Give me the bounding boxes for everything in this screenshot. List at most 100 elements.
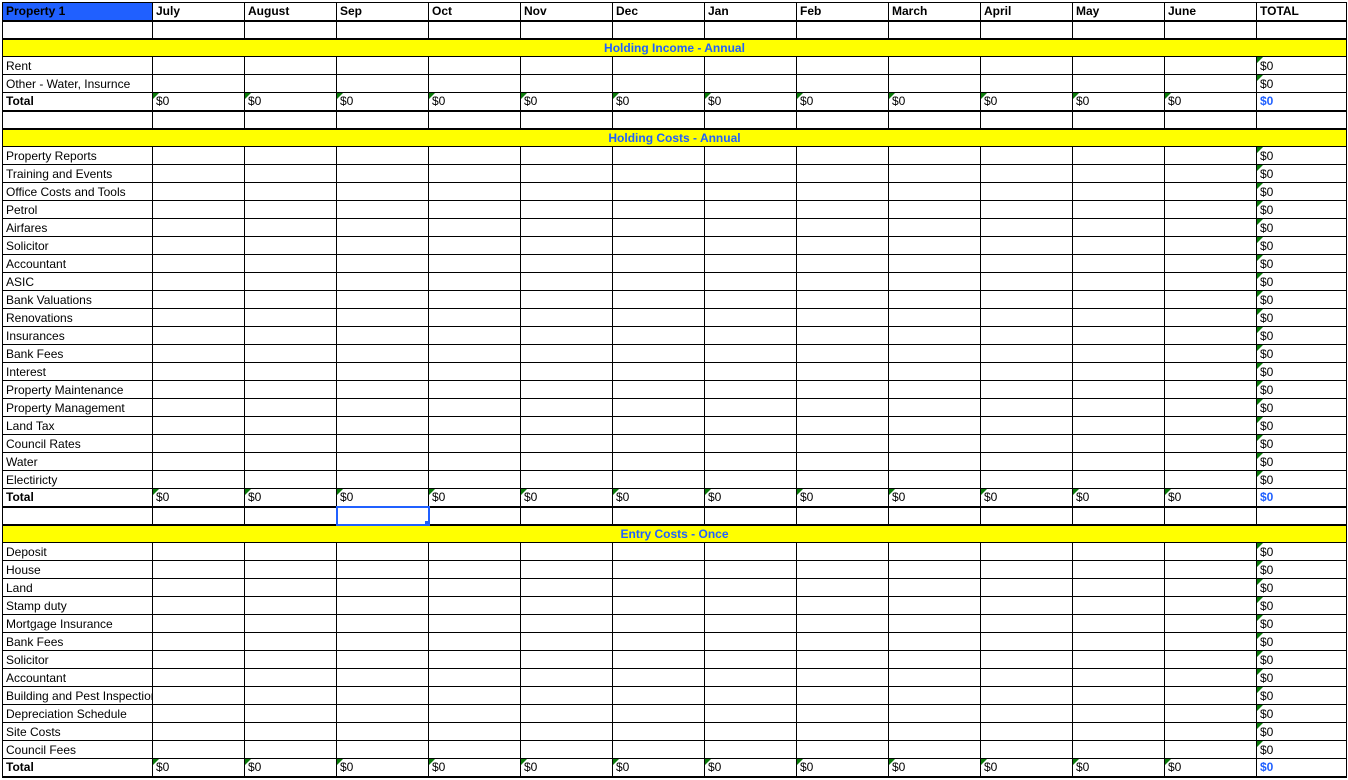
cell[interactable] [797,579,889,597]
cell[interactable] [981,741,1073,759]
cell[interactable] [613,615,705,633]
total-month[interactable]: $0 [1165,93,1257,111]
cell[interactable] [153,633,245,651]
cell[interactable] [1073,291,1165,309]
row-label[interactable]: Depreciation Schedule [3,705,153,723]
cell[interactable] [245,57,337,75]
cell[interactable] [1165,291,1257,309]
cell[interactable] [797,291,889,309]
cell[interactable] [337,669,429,687]
cell[interactable] [981,237,1073,255]
header-month-9[interactable]: April [981,3,1073,21]
row-label[interactable]: House [3,561,153,579]
cell[interactable] [337,219,429,237]
total-month[interactable]: $0 [521,759,613,777]
cell[interactable] [153,705,245,723]
cell[interactable] [1073,651,1165,669]
cell[interactable] [429,291,521,309]
cell[interactable] [981,165,1073,183]
cell[interactable] [429,651,521,669]
cell[interactable] [337,381,429,399]
cell[interactable] [337,327,429,345]
cell[interactable] [889,543,981,561]
total-month[interactable]: $0 [981,93,1073,111]
cell[interactable] [797,633,889,651]
total-month[interactable]: $0 [521,489,613,507]
total-month[interactable]: $0 [889,759,981,777]
cell[interactable] [705,57,797,75]
cell[interactable] [245,507,337,525]
cell[interactable] [153,543,245,561]
cell[interactable] [889,579,981,597]
row-label[interactable]: Land [3,579,153,597]
cell[interactable] [981,381,1073,399]
cell[interactable] [981,561,1073,579]
row-total[interactable]: $0 [1257,633,1347,651]
row-label[interactable]: Accountant [3,255,153,273]
cell[interactable] [889,381,981,399]
cell[interactable] [613,633,705,651]
cell[interactable] [981,255,1073,273]
total-month[interactable]: $0 [337,93,429,111]
cell[interactable] [889,57,981,75]
cell[interactable] [797,705,889,723]
cell[interactable] [613,345,705,363]
cell[interactable] [521,507,613,525]
cell[interactable] [981,363,1073,381]
cell[interactable] [705,165,797,183]
cell[interactable] [245,327,337,345]
cell[interactable] [521,381,613,399]
cell[interactable] [153,597,245,615]
row-total[interactable]: $0 [1257,597,1347,615]
cell[interactable] [429,381,521,399]
cell[interactable] [705,345,797,363]
cell[interactable] [521,111,613,129]
row-total[interactable]: $0 [1257,381,1347,399]
cell[interactable] [797,687,889,705]
row-total[interactable]: $0 [1257,723,1347,741]
cell[interactable] [521,399,613,417]
cell[interactable] [1165,165,1257,183]
cell[interactable] [337,363,429,381]
row-total[interactable]: $0 [1257,327,1347,345]
total-month[interactable]: $0 [613,759,705,777]
cell[interactable] [245,741,337,759]
cell[interactable] [613,111,705,129]
cell[interactable] [337,237,429,255]
cell[interactable] [1165,687,1257,705]
row-label[interactable]: Accountant [3,669,153,687]
cell[interactable] [613,579,705,597]
cell[interactable] [1073,543,1165,561]
cell[interactable] [1165,507,1257,525]
cell[interactable] [1073,471,1165,489]
cell[interactable] [245,237,337,255]
cell[interactable] [1073,237,1165,255]
cell[interactable] [705,615,797,633]
cell[interactable] [337,435,429,453]
cell[interactable] [153,147,245,165]
total-month[interactable]: $0 [797,93,889,111]
cell[interactable] [797,669,889,687]
header-total[interactable]: TOTAL [1257,3,1347,21]
cell[interactable] [153,651,245,669]
header-month-8[interactable]: March [889,3,981,21]
cell[interactable] [705,705,797,723]
cell[interactable] [1165,201,1257,219]
total-month[interactable]: $0 [797,489,889,507]
cell[interactable] [521,633,613,651]
total-month[interactable]: $0 [245,489,337,507]
total-month[interactable]: $0 [889,93,981,111]
cell[interactable] [245,579,337,597]
cell[interactable] [1165,237,1257,255]
cell[interactable] [521,687,613,705]
cell[interactable] [429,219,521,237]
total-month[interactable]: $0 [705,489,797,507]
cell[interactable] [337,741,429,759]
total-month[interactable]: $0 [1073,759,1165,777]
cell[interactable] [705,543,797,561]
cell[interactable] [153,723,245,741]
row-label[interactable]: Rent [3,57,153,75]
cell[interactable] [889,399,981,417]
cell[interactable] [1073,327,1165,345]
cell[interactable] [429,399,521,417]
